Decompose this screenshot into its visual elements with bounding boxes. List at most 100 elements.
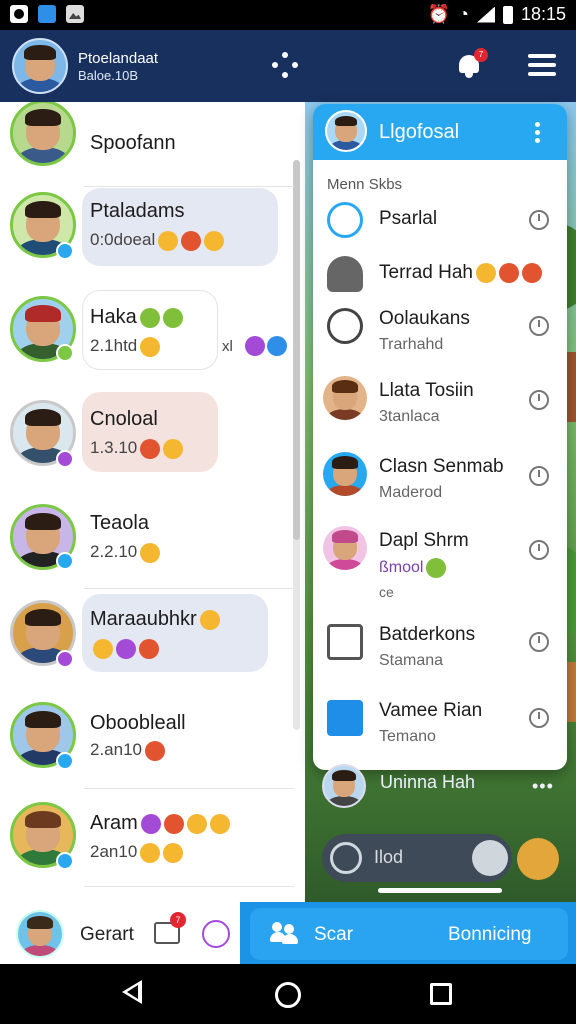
status-dot-icon (56, 650, 74, 668)
divider (84, 186, 294, 187)
chat-avatar (10, 102, 76, 166)
menu-item[interactable]: Dapl Shrm ßmool ce (313, 526, 567, 616)
edit-icon (327, 700, 363, 736)
chat-name-text: Haka (90, 306, 137, 328)
messages-icon[interactable]: 7 (154, 912, 186, 944)
back-icon[interactable] (122, 980, 142, 1004)
home-indicator (378, 888, 502, 893)
profile-subtitle: Baloe.10B (78, 68, 138, 83)
chat-item[interactable]: Spoofann (0, 102, 292, 194)
crab-emoji-icon (139, 638, 159, 659)
more-vert-icon[interactable] (535, 122, 541, 144)
divider (84, 886, 294, 887)
chat-name: Haka (90, 306, 183, 329)
send-button[interactable] (517, 838, 559, 880)
contact-avatar (323, 452, 367, 496)
menu-item-subtitle: Maderod (379, 484, 443, 501)
notification-badge: 7 (474, 48, 488, 62)
scan-button-label[interactable]: Scar (314, 924, 353, 946)
apps-icon[interactable] (272, 52, 298, 78)
contact-avatar (323, 376, 367, 420)
chat-name: Spoofann (90, 132, 176, 154)
wifi-icon: ◔ (458, 4, 469, 24)
refresh-small-icon (529, 540, 549, 560)
hand-emoji-icon (140, 542, 161, 563)
chat-item[interactable]: Teaola 2.2.10 (0, 498, 292, 598)
menu-item-subtitle: Trarhahd (379, 336, 444, 353)
chat-preview: 2.2.10 (90, 542, 161, 563)
purple-emoji-icon (245, 336, 265, 356)
menu-item-note: ce (379, 584, 394, 600)
divider (84, 588, 294, 589)
menu-item-subtitle: 3tanlaca (379, 408, 440, 425)
menu-item-subtitle: Temano (379, 728, 436, 745)
chat-preview-text: 2.an10 (90, 740, 142, 759)
menu-item-subtitle-text: ßmool (379, 559, 424, 577)
image-notification-icon (38, 5, 56, 23)
status-dot-icon (56, 450, 74, 468)
emoji-picker-icon[interactable] (330, 842, 362, 874)
chat-preview-text: 2.1htd (90, 336, 138, 355)
chat-item[interactable]: Ptaladams 0:0doeal (0, 188, 292, 288)
chat-name: Uninna Hah (380, 772, 476, 792)
heart-emoji-icon (116, 638, 136, 659)
smiley-icon[interactable] (202, 920, 230, 948)
dropdown-avatar[interactable] (325, 110, 367, 152)
chat-name: Ptaladams (90, 200, 185, 222)
bottom-profile-label: Gerart (80, 924, 134, 945)
home-icon[interactable] (275, 982, 301, 1008)
notification-bell-icon[interactable]: 7 (456, 48, 488, 78)
sticker-icon[interactable] (472, 840, 508, 876)
recents-icon[interactable] (430, 983, 452, 1005)
chat-item[interactable]: Aram 2an10 (0, 800, 292, 900)
refresh-small-icon (529, 708, 549, 728)
menu-item-subtitle: Stamana (379, 652, 444, 669)
menu-item[interactable]: Clasn Senmab Maderod (313, 452, 567, 526)
chat-item[interactable]: Haka 2.1htd xl (0, 288, 292, 388)
app-header: Ptoelandaat Baloe.10B 7 (0, 30, 576, 102)
bottom-profile-avatar[interactable] (16, 910, 64, 958)
system-nav-bar (0, 964, 576, 1024)
action-button-label[interactable]: Bonnicing (448, 924, 531, 946)
messages-badge: 7 (170, 912, 186, 928)
menu-item[interactable]: Oolaukans Trarhahd (313, 302, 567, 376)
hamburger-menu-icon[interactable] (528, 54, 556, 76)
clock-icon (529, 632, 549, 652)
love-emoji-icon (163, 813, 184, 834)
chat-name: Aram (90, 812, 230, 835)
bottom-right-panel: Scar Bonnicing (240, 902, 576, 964)
leaf-emoji-icon (162, 307, 183, 328)
face-icon (327, 202, 363, 238)
chat-item[interactable]: Cnoloal 1.3.10 (0, 392, 292, 492)
more-horiz-icon[interactable]: ••• (532, 776, 554, 797)
gallery-notification-icon (66, 5, 84, 23)
chat-preview: 1.3.10 (90, 438, 184, 459)
chat-avatar (322, 764, 366, 808)
love-emoji-icon (140, 438, 161, 459)
info-icon (267, 336, 287, 356)
chat-item[interactable]: Oboobleall 2.an10 (0, 698, 292, 798)
message-input[interactable]: Ilod (374, 847, 403, 868)
chat-preview: 2.an10 (90, 740, 165, 761)
chat-item[interactable]: Maraaubhkr (0, 592, 292, 692)
clock-icon (529, 210, 549, 230)
chat-preview-text: 2an10 (90, 842, 138, 861)
status-dot-icon (56, 852, 74, 870)
chat-preview (90, 638, 159, 659)
smile-emoji-icon (163, 842, 184, 863)
chat-highlight (82, 290, 218, 370)
menu-item[interactable]: Llata Tosiin 3tanlaca (313, 376, 567, 450)
menu-item-title: Oolaukans (379, 308, 470, 329)
message-composer[interactable]: Ilod (322, 834, 512, 882)
fire-emoji-icon (145, 740, 165, 761)
profile-avatar[interactable] (12, 38, 68, 94)
contact-avatar (323, 526, 367, 570)
chat-name: Cnoloal (90, 408, 158, 430)
menu-item[interactable]: Batderkons Stamana (313, 620, 567, 694)
chat-list[interactable]: Spoofann Ptaladams 0:0doeal Haka 2.1htd … (0, 102, 305, 902)
leaf-emoji-icon (139, 307, 160, 328)
chat-list-scrollbar[interactable] (293, 160, 300, 730)
hand-emoji-icon (476, 262, 496, 283)
dropdown-menu[interactable]: Llgofosal Menn Skbs Psarlal Terrad Hah O… (313, 104, 567, 770)
chat-peek-row[interactable]: Uninna Hah ••• (316, 758, 566, 808)
